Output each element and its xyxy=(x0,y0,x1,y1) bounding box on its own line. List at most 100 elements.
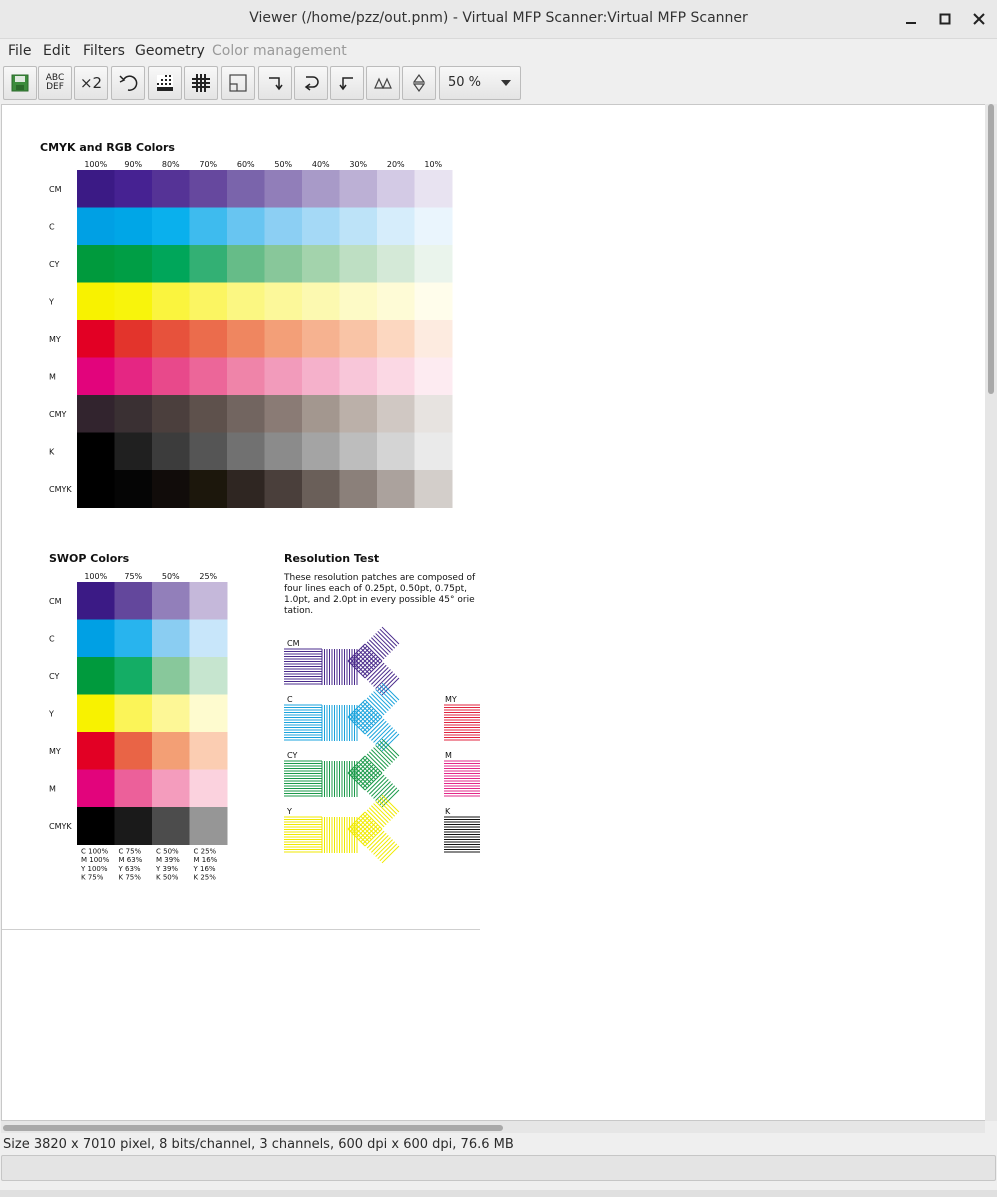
resolution-line xyxy=(381,733,400,752)
title-bar: Viewer (/home/pzz/out.pnm) - Virtual MFP… xyxy=(0,0,997,39)
toolbar: ABC DEF ×2 50 % xyxy=(0,63,997,103)
undo-button[interactable] xyxy=(111,66,145,100)
cmyk-swatch xyxy=(302,245,340,283)
rotate-180-button[interactable] xyxy=(294,66,328,100)
cmyk-swatch xyxy=(264,245,303,283)
cmyk-swatch xyxy=(227,395,265,433)
swop-footnote: Y 100% xyxy=(80,865,108,873)
resolution-line xyxy=(381,626,400,645)
cmyk-percent-header: 70% xyxy=(199,160,217,169)
cmyk-swatch xyxy=(339,170,378,208)
cmyk-swatch xyxy=(227,357,265,396)
swop-swatch xyxy=(189,582,228,620)
horizontal-scrollbar[interactable] xyxy=(1,1121,985,1133)
resolution-patch-label: K xyxy=(445,807,451,816)
resolution-text-line: tation. xyxy=(284,606,313,616)
cmyk-swatch xyxy=(377,320,415,358)
cmyk-swatch xyxy=(189,432,228,471)
close-button[interactable] xyxy=(966,7,992,31)
cmyk-swatch xyxy=(114,282,153,321)
swop-swatch xyxy=(114,732,153,770)
cmyk-swatch xyxy=(227,282,265,321)
vertical-scroll-thumb[interactable] xyxy=(988,104,994,394)
resolution-line xyxy=(381,677,400,696)
window-bottom-edge xyxy=(0,1190,997,1197)
rotate-right-button[interactable] xyxy=(258,66,292,100)
resolution-text-line: four lines each of 0.25pt, 0.50pt, 0.75p… xyxy=(284,584,467,594)
ocr-button[interactable]: ABC DEF xyxy=(38,66,72,100)
cmyk-swatch xyxy=(302,357,340,396)
resolution-patch-label: M xyxy=(445,751,452,760)
zoom-value: 50 % xyxy=(448,75,482,90)
cmyk-percent-header: 90% xyxy=(124,160,142,169)
resolution-line xyxy=(377,841,396,860)
undo-icon xyxy=(119,75,138,91)
cmyk-swatch xyxy=(339,245,378,283)
grid-button[interactable] xyxy=(184,66,218,100)
swop-row-label: Y xyxy=(48,709,54,718)
image-viewport[interactable]: CMYK and RGB Colors 100% 90% 80% 70% 60% 50% 4… xyxy=(1,104,986,1121)
swop-footnote: Y 39% xyxy=(155,865,178,873)
dither-button[interactable] xyxy=(148,66,182,100)
resolution-line xyxy=(371,749,389,767)
cmyk-swatch xyxy=(302,432,340,471)
resolution-line xyxy=(373,635,391,653)
flip-horizontal-button[interactable] xyxy=(366,66,400,100)
resolution-line xyxy=(371,835,389,853)
cmyk-swatch xyxy=(302,170,340,208)
swop-swatch xyxy=(152,657,190,695)
cmyk-swatch xyxy=(264,432,303,471)
minimize-button[interactable] xyxy=(898,7,924,31)
cmyk-swatch xyxy=(339,470,378,508)
menu-geometry[interactable]: Geometry xyxy=(135,43,205,59)
swop-swatch xyxy=(152,732,190,770)
maximize-button[interactable] xyxy=(932,7,958,31)
cmyk-percent-header: 100% xyxy=(84,160,107,169)
swop-swatch xyxy=(114,619,153,658)
cmyk-swatch xyxy=(339,357,378,396)
menu-filters[interactable]: Filters xyxy=(83,43,125,59)
swop-swatch xyxy=(114,582,153,620)
cmyk-swatch xyxy=(114,470,153,508)
cmyk-swatch xyxy=(152,320,190,358)
cmyk-swatch xyxy=(302,395,340,433)
menu-edit[interactable]: Edit xyxy=(43,43,70,59)
swop-row-label: MY xyxy=(49,747,61,756)
cmyk-swatch xyxy=(264,282,303,321)
cmyk-row-label: M xyxy=(49,372,56,381)
cmyk-swatch xyxy=(302,470,340,508)
cmyk-swatch xyxy=(77,470,115,508)
crop-button[interactable] xyxy=(221,66,255,100)
resolution-line xyxy=(381,738,400,757)
resolution-line xyxy=(377,630,396,649)
cmyk-swatch xyxy=(77,170,115,208)
swop-swatch xyxy=(189,657,228,695)
menu-file[interactable]: File xyxy=(8,43,31,59)
resolution-line xyxy=(375,839,393,857)
resolution-line xyxy=(379,731,398,750)
swop-footnote: Y 63% xyxy=(118,865,141,873)
cmyk-percent-header: 60% xyxy=(237,160,255,169)
menu-color-management[interactable]: Color management xyxy=(212,43,347,59)
cmyk-swatch xyxy=(302,207,340,246)
resolution-line xyxy=(373,691,391,709)
save-button[interactable] xyxy=(3,66,37,100)
resolution-line xyxy=(377,798,396,817)
resolution-text-line: 1.0pt, and 2.0pt in every possible 45° o… xyxy=(284,595,475,605)
resolution-line xyxy=(379,843,398,862)
zoom-select[interactable]: 50 % xyxy=(439,66,521,100)
horizontal-scroll-thumb[interactable] xyxy=(3,1125,503,1131)
scale-button[interactable]: ×2 xyxy=(74,66,108,100)
flip-vertical-button[interactable] xyxy=(402,66,436,100)
cmyk-swatch xyxy=(414,470,453,508)
cmyk-swatch xyxy=(189,207,228,246)
resolution-diagonal-patch xyxy=(347,682,400,752)
cmyk-swatch xyxy=(377,170,415,208)
vertical-scrollbar[interactable] xyxy=(985,104,997,1121)
cmyk-swatch xyxy=(77,282,115,321)
swop-swatch xyxy=(189,807,228,845)
swop-footnote: K 50% xyxy=(156,874,179,882)
cmyk-swatch xyxy=(152,470,190,508)
rotate-left-button[interactable] xyxy=(330,66,364,100)
crop-icon xyxy=(229,74,247,92)
